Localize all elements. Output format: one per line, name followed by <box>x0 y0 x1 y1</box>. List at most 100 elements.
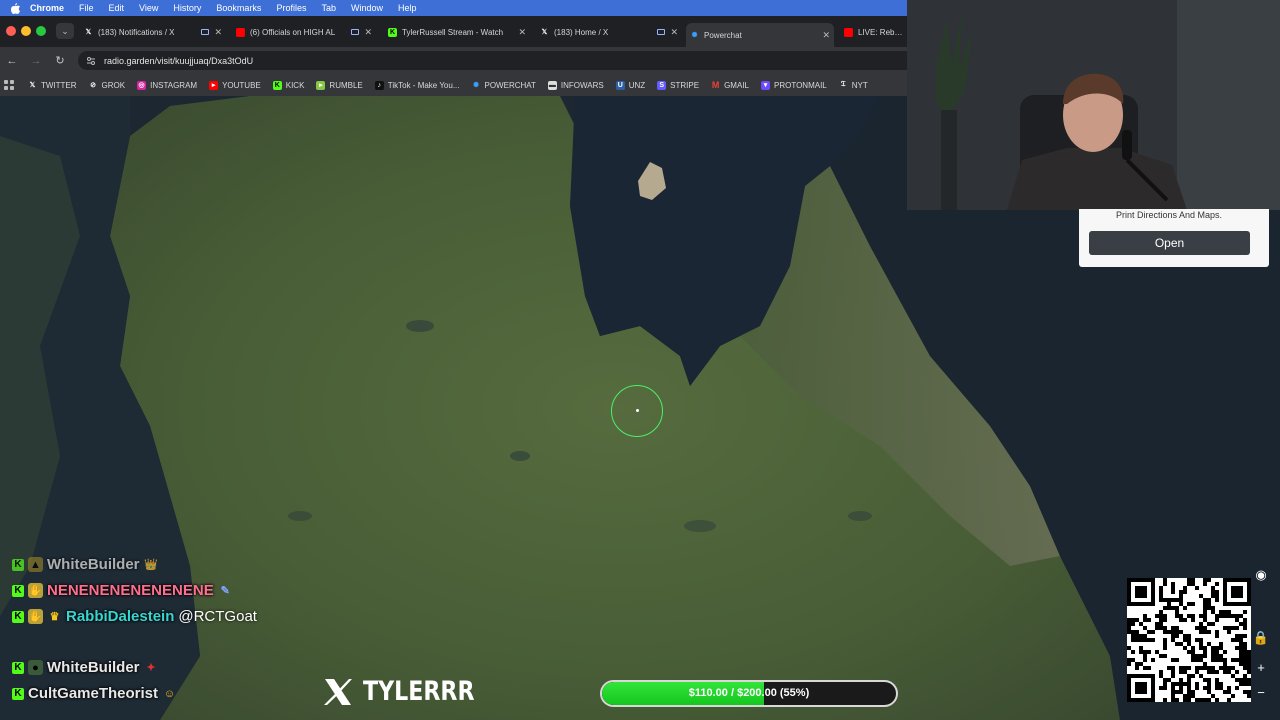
x-logo-icon <box>324 678 352 705</box>
bookmark-label: POWERCHAT <box>484 80 536 90</box>
bookmark-label: UNZ <box>628 80 646 90</box>
menu-app-chrome[interactable]: Chrome <box>30 3 64 13</box>
crown-badge-icon: ♛ <box>49 611 60 623</box>
ad-open-button[interactable]: Open <box>1089 231 1250 255</box>
menu-bookmarks[interactable]: Bookmarks <box>216 3 261 13</box>
tab-x-home[interactable]: 𝕏 (183) Home / X ✕ <box>536 23 682 41</box>
chat-message: K ▲ WhiteBuilder 👑 <box>12 556 159 573</box>
badge-icon: ✋ <box>28 609 43 624</box>
bookmark-twitter[interactable]: 𝕏 TWITTER <box>28 81 77 90</box>
menu-tab[interactable]: Tab <box>321 3 336 13</box>
pencil-badge-icon: ✎ <box>220 585 230 597</box>
donation-goal-bar: $110.00 / $200.00 (55%) <box>600 680 898 707</box>
badge-icon: ▲ <box>28 557 43 572</box>
rumble-icon: ▸ <box>316 80 326 90</box>
chat-message: K ✋ ♛ RabbiDalestein @RCTGoat <box>12 608 257 625</box>
tiktok-icon: ♪ <box>374 80 384 90</box>
kick-icon: K <box>12 584 24 597</box>
youtube-icon <box>236 27 245 37</box>
gmail-icon: M <box>711 80 720 90</box>
bookmark-unz[interactable]: U UNZ <box>615 80 646 90</box>
bookmark-grok[interactable]: ⊘ GROK <box>89 80 126 90</box>
bookmark-label: TWITTER <box>41 80 77 90</box>
macos-menubar: Chrome File Edit View History Bookmarks … <box>0 0 907 16</box>
reload-icon[interactable]: ↻ <box>48 54 72 67</box>
close-icon[interactable]: ✕ <box>518 27 526 38</box>
goal-text: $110.00 / $200.00 (55%) <box>688 687 810 699</box>
chat-message: K ✋ NENENENENENENENE ✎ <box>12 582 233 599</box>
zoom-out-icon[interactable]: − <box>1251 685 1271 700</box>
powerchat-icon: ✺ <box>473 82 479 89</box>
bookmark-protonmail[interactable]: ▾ PROTONMAIL <box>760 80 827 90</box>
browser-toolbar: ← → ↻ radio.garden/visit/kuujjuaq/Dxa3tO… <box>0 47 907 74</box>
bookmark-powerchat[interactable]: ✺ POWERCHAT <box>472 81 536 90</box>
bookmark-kick[interactable]: K KICK <box>272 80 304 90</box>
lock-icon[interactable]: 🔒 <box>1251 630 1271 646</box>
x-icon: 𝕏 <box>85 29 92 36</box>
menu-profiles[interactable]: Profiles <box>276 3 306 13</box>
qr-code <box>1127 578 1251 702</box>
menu-view[interactable]: View <box>139 3 158 13</box>
emote-icon: ✦ <box>146 662 156 674</box>
bookmark-gmail[interactable]: M GMAIL <box>711 80 749 90</box>
tab-powerchat[interactable]: ✺ Powerchat ✕ <box>686 23 834 47</box>
x-handle-overlay: TYLERRR <box>323 676 499 707</box>
chat-username: RabbiDalestein <box>66 608 175 625</box>
webcam-feed <box>907 0 1280 210</box>
stripe-icon: S <box>657 80 667 90</box>
kick-icon: K <box>272 80 282 90</box>
location-icon[interactable]: ◉ <box>1251 567 1271 583</box>
zoom-window-button[interactable] <box>36 26 46 36</box>
menu-help[interactable]: Help <box>398 3 417 13</box>
apps-grid-icon[interactable] <box>4 80 14 90</box>
address-bar[interactable]: radio.garden/visit/kuujjuaq/Dxa3tOdU <box>78 51 907 70</box>
bookmark-label: YOUTUBE <box>222 80 261 90</box>
bookmark-label: GROK <box>101 80 126 90</box>
bookmark-label: STRIPE <box>670 80 700 90</box>
bookmark-stripe[interactable]: S STRIPE <box>657 80 700 90</box>
back-arrow-icon[interactable]: ← <box>0 55 24 67</box>
chat-message: K ● WhiteBuilder ✦ <box>12 659 159 676</box>
unz-icon: U <box>615 80 625 90</box>
bookmark-rumble[interactable]: ▸ RUMBLE <box>316 80 363 90</box>
qr-code-image <box>1127 578 1251 702</box>
menu-window[interactable]: Window <box>351 3 383 13</box>
close-icon[interactable]: ✕ <box>822 30 830 41</box>
close-icon[interactable]: ✕ <box>214 27 222 38</box>
menu-history[interactable]: History <box>173 3 201 13</box>
chat-username: CultGameTheorist <box>28 685 159 702</box>
ad-popup: Print Directions And Maps. Open <box>1079 209 1269 267</box>
bookmark-tiktok[interactable]: ♪ TikTok - Make You... <box>374 80 460 90</box>
forward-arrow-icon[interactable]: → <box>24 55 48 67</box>
tab-title: (183) Notifications / X <box>98 27 175 37</box>
bookmark-youtube[interactable]: ▸ YOUTUBE <box>209 80 261 90</box>
close-window-button[interactable] <box>6 26 16 36</box>
apple-icon[interactable] <box>10 2 20 14</box>
station-dot[interactable] <box>636 409 639 412</box>
bookmark-label: NYT <box>851 80 868 90</box>
menu-file[interactable]: File <box>79 3 94 13</box>
chat-text: @RCTGoat <box>178 608 257 625</box>
tab-title: Powerchat <box>704 30 742 40</box>
close-icon[interactable]: ✕ <box>364 27 372 38</box>
tab-kick-stream[interactable]: K TylerRussell Stream - Watch ✕ <box>384 23 530 41</box>
tab-notifications[interactable]: 𝕏 (183) Notifications / X ✕ <box>80 23 226 41</box>
kick-icon: K <box>12 661 24 674</box>
bookmark-instagram[interactable]: ◎ INSTAGRAM <box>137 80 197 90</box>
site-info-icon[interactable] <box>86 56 96 66</box>
tab-live-rebuild[interactable]: LIVE: Rebuild <box>840 23 907 41</box>
zoom-in-icon[interactable]: + <box>1251 660 1271 675</box>
tab-search-chevron-icon[interactable]: ⌄ <box>56 23 74 39</box>
bookmark-nyt[interactable]: 𝔗 NYT <box>839 81 868 90</box>
menu-edit[interactable]: Edit <box>109 3 125 13</box>
tab-youtube-officials[interactable]: (6) Officials on HIGH AL ✕ <box>232 23 376 41</box>
bookmarks-bar: 𝕏 TWITTER ⊘ GROK ◎ INSTAGRAM ▸ YOUTUBE K KICK… <box>0 74 907 96</box>
close-icon[interactable]: ✕ <box>670 27 678 38</box>
bookmark-infowars[interactable]: ▬ INFOWARS <box>547 80 604 90</box>
x-icon: 𝕏 <box>541 29 548 36</box>
tab-title: LIVE: Rebuild <box>858 27 903 37</box>
minimize-window-button[interactable] <box>21 26 31 36</box>
kick-icon: K <box>12 610 24 623</box>
tab-media-icon <box>657 29 666 35</box>
youtube-icon <box>844 27 853 37</box>
